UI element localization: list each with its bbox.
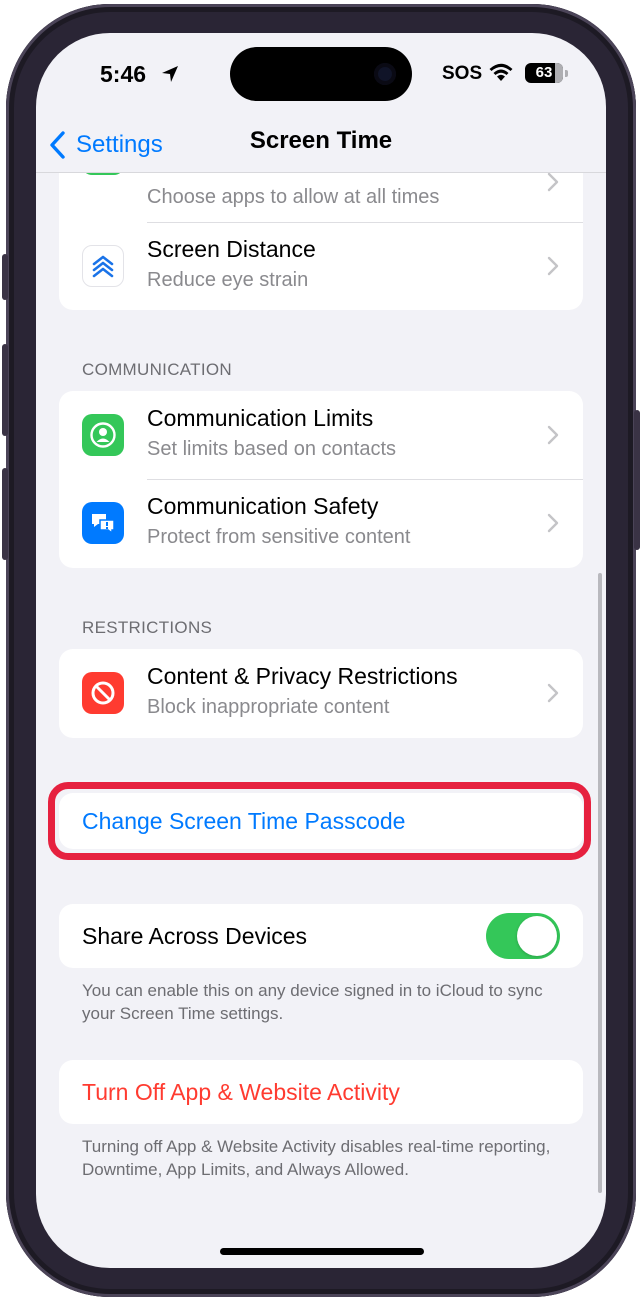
chevron-right-icon: [547, 683, 559, 703]
volume-up-button: [2, 344, 8, 436]
battery-indicator: 63: [525, 63, 563, 83]
row-title: Screen Distance: [147, 236, 316, 262]
section-header-restrictions: RESTRICTIONS: [82, 618, 213, 637]
list-item-communication-limits[interactable]: Communication Limits Set limits based on…: [59, 391, 583, 479]
row-text: Communication Limits Set limits based on…: [147, 404, 396, 463]
battery-empty-segment: [555, 63, 563, 83]
prohibited-icon: [91, 681, 115, 705]
list-item-screen-distance[interactable]: Screen Distance Reduce eye strain: [59, 222, 583, 310]
wifi-icon: [489, 63, 513, 81]
chevron-right-icon: [547, 256, 559, 276]
power-button: [634, 410, 640, 550]
section-header-communication: COMMUNICATION: [82, 360, 232, 379]
home-indicator[interactable]: [220, 1248, 424, 1255]
row-subtitle: Protect from sensitive content: [147, 526, 411, 548]
row-divider: [147, 222, 583, 223]
chevrons-up-icon: [92, 255, 114, 278]
activity-footer-note: Turning off App & Website Activity disab…: [82, 1137, 551, 1179]
chevron-right-icon: [547, 425, 559, 445]
page-title: Screen Time: [249, 127, 393, 154]
chevron-right-icon: [547, 172, 559, 192]
communication-safety-icon: [82, 502, 124, 544]
row-title: Content & Privacy Restrictions: [147, 663, 458, 689]
settings-group-activity: Turn Off App & Website Activity: [59, 1060, 583, 1124]
share-across-devices-row: Share Across Devices: [59, 904, 583, 968]
row-text: Screen Distance Reduce eye strain: [147, 235, 316, 294]
scrollbar[interactable]: [598, 573, 602, 1193]
screen: 5:46 SOS 63 Settings Screen Time Choose …: [36, 33, 606, 1268]
row-title: Communication Limits: [147, 405, 374, 431]
chat-bubble-icon: [92, 514, 115, 535]
volume-down-button: [2, 468, 8, 560]
list-item-content-privacy[interactable]: Content & Privacy Restrictions Block ina…: [59, 649, 583, 737]
location-arrow-icon: [162, 66, 178, 82]
row-text: Choose apps to allow at all times: [147, 183, 439, 211]
row-divider: [147, 479, 583, 480]
settings-group-communication: Communication Limits Set limits based on…: [59, 391, 583, 568]
row-text: Content & Privacy Restrictions Block ina…: [147, 662, 458, 721]
navigation-bar: Settings Screen Time: [36, 119, 606, 173]
action-button: [2, 254, 8, 300]
content-privacy-icon: [82, 672, 124, 714]
screen-distance-icon: [82, 245, 124, 287]
row-subtitle: Set limits based on contacts: [147, 438, 397, 460]
camera-icon: [374, 63, 396, 85]
row-subtitle: Block inappropriate content: [147, 696, 390, 718]
highlight-annotation: [48, 782, 591, 860]
battery-cap: [565, 70, 568, 77]
settings-group-share: Share Across Devices: [59, 904, 583, 968]
toggle-knob: [517, 916, 557, 956]
row-subtitle: Choose apps to allow at all times: [147, 186, 440, 208]
row-text: Communication Safety Protect from sensit…: [147, 492, 410, 551]
share-footer-note: You can enable this on any device signed…: [82, 981, 543, 1023]
list-item-communication-safety[interactable]: Communication Safety Protect from sensit…: [59, 479, 583, 567]
row-subtitle: Reduce eye strain: [147, 269, 309, 291]
communication-limits-icon: [82, 414, 124, 456]
status-time: 5:46: [100, 61, 147, 87]
chevron-right-icon: [547, 513, 559, 533]
share-toggle[interactable]: [486, 913, 560, 959]
turn-off-activity-button[interactable]: Turn Off App & Website Activity: [59, 1060, 583, 1124]
sos-indicator: SOS: [442, 63, 483, 84]
settings-group-restrictions: Content & Privacy Restrictions Block ina…: [59, 649, 583, 738]
row-title: Communication Safety: [147, 493, 379, 519]
share-label: Share Across Devices: [82, 922, 307, 949]
battery-level: 63: [535, 64, 553, 81]
person-circle-icon: [90, 422, 116, 448]
